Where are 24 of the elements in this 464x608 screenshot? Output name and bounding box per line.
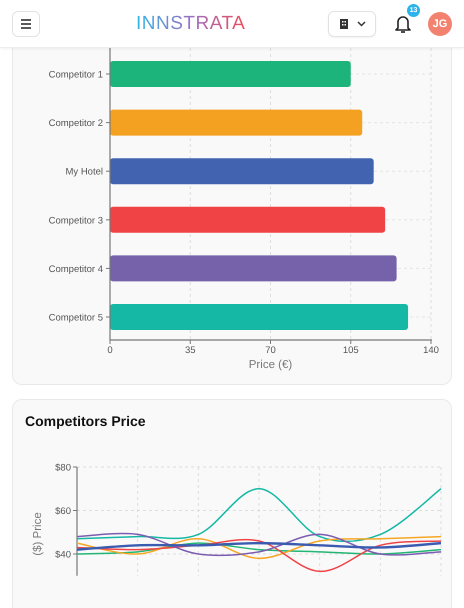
tick-label: $40 bbox=[55, 550, 71, 560]
category-label: Competitor 5 bbox=[48, 312, 103, 324]
category-label: My Hotel bbox=[66, 166, 103, 178]
building-icon bbox=[338, 18, 348, 30]
tick-label: 140 bbox=[423, 345, 439, 356]
tick-label: $60 bbox=[55, 506, 71, 517]
axis-title: ($) Price bbox=[32, 512, 44, 556]
property-dropdown[interactable] bbox=[328, 10, 376, 36]
category-label: Competitor 1 bbox=[48, 70, 103, 80]
category-label: Competitor 2 bbox=[48, 118, 103, 130]
tick-label: 0 bbox=[107, 345, 113, 356]
menu-icon bbox=[20, 18, 32, 28]
card-title: Competitors Price bbox=[25, 412, 147, 430]
category-label: Competitor 3 bbox=[48, 215, 103, 226]
category-label: Competitor 4 bbox=[48, 264, 103, 275]
tick-label: $80 bbox=[55, 462, 71, 474]
tick-label: 105 bbox=[342, 345, 359, 356]
caret-icon bbox=[356, 20, 366, 26]
menu-button[interactable] bbox=[12, 10, 40, 36]
bell-icon[interactable] bbox=[394, 14, 412, 34]
tick-label: 70 bbox=[265, 345, 276, 356]
user-avatar[interactable]: JG bbox=[428, 12, 452, 36]
axis-title: Price (€) bbox=[248, 359, 292, 371]
tick-label: 35 bbox=[184, 345, 196, 356]
